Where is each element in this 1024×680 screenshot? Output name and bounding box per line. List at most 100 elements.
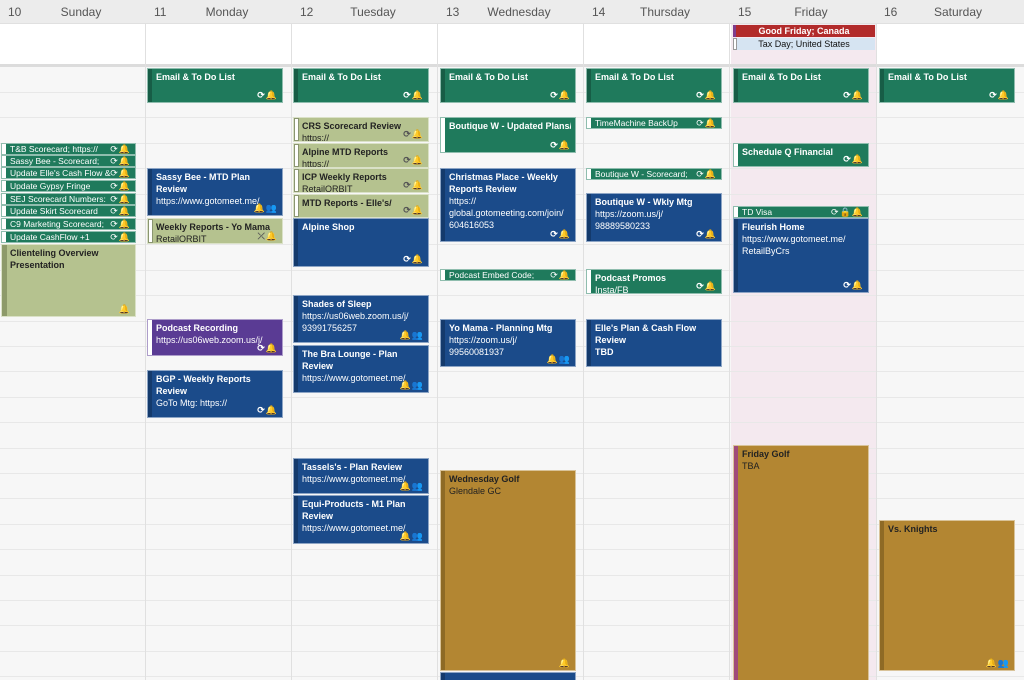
event-fleurish-home[interactable]: Fleurish Home https://www.gotomeet.me/ Re… xyxy=(733,218,869,293)
event-color-bar xyxy=(2,156,6,166)
event-podcast-promos[interactable]: Podcast Promos Insta/FB ⟳🔔 xyxy=(586,269,722,294)
event-boutique-w-updated-plans[interactable]: Boutique W - Updated Plans/ ⟳🔔 xyxy=(440,117,576,153)
event-weekly-reports-yo-mama[interactable]: Weekly Reports - Yo Mama RetailORBIT ⤫🔔 xyxy=(147,218,283,244)
event-email-todo-sat[interactable]: Email & To Do List ⟳🔔 xyxy=(879,68,1015,103)
event-color-bar xyxy=(2,245,7,316)
event-email-todo-mon[interactable]: Email & To Do List ⟳🔔 xyxy=(147,68,283,103)
event-podcast-embed-code[interactable]: Podcast Embed Code; ⟳🔔 xyxy=(440,269,576,281)
repeat-alarm-icon: ⟳🔔 xyxy=(257,405,278,415)
repeat-alarm-icon: ⟳🔔 xyxy=(843,154,864,164)
event-friday-golf[interactable]: Friday Golf TBA xyxy=(733,445,869,680)
event-color-bar xyxy=(441,118,445,152)
repeat-lock-alarm-icon: ⟳🔒🔔 xyxy=(831,207,864,217)
event-elles-plan-cash-flow-review[interactable]: Elle's Plan & Cash Flow Review TBD xyxy=(586,319,722,367)
column-divider xyxy=(145,24,146,680)
event-partial-offscreen[interactable] xyxy=(440,672,576,680)
event-title: Shades of Sleep xyxy=(302,299,372,309)
day-header-saturday[interactable]: 16 Saturday xyxy=(876,0,1024,24)
event-color-bar xyxy=(880,521,884,670)
event-yo-mama-planning-mtg[interactable]: Yo Mama - Planning Mtg https://zoom.us/j/… xyxy=(440,319,576,367)
event-color-bar xyxy=(148,219,153,243)
event-timemachine-backup[interactable]: TimeMachine BackUp ⟳🔔 xyxy=(586,117,722,129)
event-email-todo-thu[interactable]: Email & To Do List ⟳🔔 xyxy=(586,68,722,103)
event-color-bar xyxy=(148,69,152,102)
event-sej-scorecard[interactable]: SEJ Scorecard Numbers: ⟳🔔 xyxy=(1,193,136,205)
repeat-alarm-icon: ⟳🔔 xyxy=(696,90,717,100)
event-title: BGP - Weekly Reports Review xyxy=(156,374,251,396)
event-clienteling-overview[interactable]: Clienteling Overview Presentation 🔔 xyxy=(1,244,136,317)
holiday-label: Good Friday; Canada xyxy=(758,26,850,36)
event-title: Alpine Shop xyxy=(302,222,355,232)
alarm-invitees-icon: 🔔👥 xyxy=(399,481,424,491)
no-sync-alarm-icon: ⤫🔔 xyxy=(257,231,278,241)
event-color-bar xyxy=(441,673,445,680)
event-title: Elle's Plan & Cash Flow Review xyxy=(595,323,697,345)
event-color-bar xyxy=(294,346,298,392)
day-header-monday[interactable]: 11 Monday xyxy=(146,0,292,24)
column-divider xyxy=(583,24,584,680)
event-crs-scorecard-review[interactable]: CRS Scorecard Review https://⟳🔔 xyxy=(293,117,429,142)
day-header-friday[interactable]: 15 Friday xyxy=(730,0,876,24)
event-podcast-recording[interactable]: Podcast Recording https://us06web.zoom.us… xyxy=(147,319,283,356)
event-schedule-q-financial[interactable]: Schedule Q Financial ⟳🔔 xyxy=(733,143,869,167)
event-color-bar xyxy=(441,320,445,366)
event-color-bar xyxy=(2,232,6,242)
event-boutique-w-scorecard[interactable]: Boutique W - Scorecard; ⟳🔔 xyxy=(586,168,722,180)
event-email-todo-wed[interactable]: Email & To Do List ⟳🔔 xyxy=(440,68,576,103)
day-name: Saturday xyxy=(933,5,983,19)
event-bra-lounge-plan-review[interactable]: The Bra Lounge - Plan Review https://www.… xyxy=(293,345,429,393)
event-color-bar xyxy=(587,270,591,293)
event-color-bar xyxy=(441,169,445,241)
event-update-skirt-scorecard[interactable]: Update Skirt Scorecard ⟳🔔 xyxy=(1,205,136,217)
event-email-todo-tue[interactable]: Email & To Do List ⟳🔔 xyxy=(293,68,429,103)
repeat-alarm-icon: ⟳🔔 xyxy=(257,343,278,353)
event-vs-knights[interactable]: Vs. Knights 🔔👥 xyxy=(879,520,1015,671)
day-name: Wednesday xyxy=(487,5,551,19)
event-christmas-place-weekly-reports[interactable]: Christmas Place - Weekly Reports Review h… xyxy=(440,168,576,242)
event-email-todo-fri[interactable]: Email & To Do List ⟳🔔 xyxy=(733,68,869,103)
event-update-elles-cash-flow[interactable]: Update Elle's Cash Flow & ⟳🔔 xyxy=(1,167,136,179)
event-bgp-weekly-reports[interactable]: BGP - Weekly Reports Review GoTo Mtg: htt… xyxy=(147,370,283,418)
day-header-thursday[interactable]: 14 Thursday xyxy=(584,0,730,24)
event-color-bar xyxy=(441,471,445,670)
event-title: Friday Golf xyxy=(742,449,790,459)
calendar-color-bar xyxy=(733,38,737,50)
event-wednesday-golf[interactable]: Wednesday Golf Glendale GC 🔔 xyxy=(440,470,576,671)
event-update-gypsy-fringe[interactable]: Update Gypsy Fringe ⟳🔔 xyxy=(1,180,136,192)
day-header-tuesday[interactable]: 12 Tuesday xyxy=(292,0,438,24)
event-boutique-w-wkly-mtg[interactable]: Boutique W - Wkly Mtg https://zoom.us/j/ … xyxy=(586,193,722,242)
repeat-alarm-icon: ⟳🔔 xyxy=(550,90,571,100)
event-color-bar xyxy=(294,144,299,167)
event-title: Email & To Do List xyxy=(449,72,528,82)
event-sassy-bee-scorecard[interactable]: Sassy Bee - Scorecard; ⟳🔔 xyxy=(1,155,136,167)
event-title: The Bra Lounge - Plan Review xyxy=(302,349,398,371)
holiday-tax-day[interactable]: Tax Day; United States xyxy=(733,38,875,50)
event-title: Email & To Do List xyxy=(156,72,235,82)
day-header-wednesday[interactable]: 13 Wednesday xyxy=(438,0,584,24)
event-icp-weekly-reports[interactable]: ICP Weekly Reports RetailORBIT ⟳🔔 xyxy=(293,168,429,193)
event-mtd-reports-elles[interactable]: MTD Reports - Elle's/⟳🔔 xyxy=(293,194,429,218)
event-c9-marketing-scorecard[interactable]: C9 Marketing Scorecard; ⟳🔔 xyxy=(1,218,136,230)
day-header-sunday[interactable]: 10 Sunday xyxy=(0,0,146,24)
event-tb-scorecard[interactable]: T&B Scorecard; https://⟳🔔 xyxy=(1,143,136,155)
event-sassy-bee-mtd-plan[interactable]: Sassy Bee - MTD Plan Review https://www.g… xyxy=(147,168,283,216)
holiday-good-friday[interactable]: Good Friday; Canada xyxy=(733,25,875,37)
event-alpine-mtd-reports[interactable]: Alpine MTD Reports https://⟳🔔 xyxy=(293,143,429,168)
event-color-bar xyxy=(294,169,299,192)
event-tassels-plan-review[interactable]: Tassels's - Plan Review https://www.gotom… xyxy=(293,458,429,494)
event-equi-products-plan-review[interactable]: Equi-Products - M1 Plan Review https://ww… xyxy=(293,495,429,544)
repeat-alarm-icon: ⟳🔔 xyxy=(110,144,131,154)
repeat-alarm-icon: ⟳🔔 xyxy=(696,169,717,179)
event-color-bar xyxy=(441,69,445,102)
event-alpine-shop[interactable]: Alpine Shop ⟳🔔 xyxy=(293,218,429,267)
event-update-cashflow[interactable]: Update CashFlow +1 ⟳🔔 xyxy=(1,231,136,243)
event-shades-of-sleep[interactable]: Shades of Sleep https://us06web.zoom.us/j… xyxy=(293,295,429,343)
event-title: Yo Mama - Planning Mtg xyxy=(449,323,553,333)
event-td-visa[interactable]: TD Visa ⟳🔒🔔 xyxy=(733,206,869,218)
event-color-bar xyxy=(2,194,6,204)
event-title: Boutique W - Wkly Mtg xyxy=(595,197,693,207)
event-location: TBD xyxy=(595,347,614,357)
event-title: Equi-Products - M1 Plan Review xyxy=(302,499,406,521)
alarm-icon: 🔔 xyxy=(118,304,131,314)
alarm-invitees-icon: 🔔👥 xyxy=(985,658,1010,668)
